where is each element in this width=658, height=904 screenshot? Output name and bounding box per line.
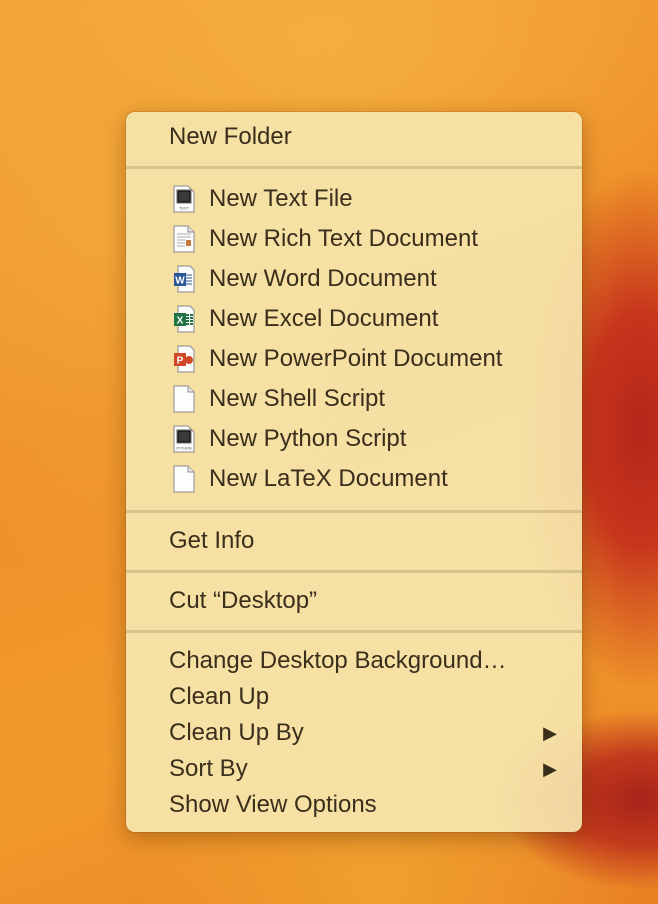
menu-item-label: New Excel Document bbox=[209, 305, 439, 332]
menu-item-cut-desktop[interactable]: Cut “Desktop” bbox=[126, 583, 582, 619]
menu-item-label: New Folder bbox=[169, 123, 292, 150]
menu-item-clean-up[interactable]: Clean Up bbox=[126, 679, 582, 715]
menu-item-label: Clean Up By bbox=[169, 719, 304, 746]
svg-text:X: X bbox=[177, 316, 184, 327]
svg-text:PYTHON: PYTHON bbox=[177, 447, 192, 451]
menu-item-new-text-file[interactable]: TEXT New Text File bbox=[126, 181, 582, 217]
menu-item-label: New PowerPoint Document bbox=[209, 345, 503, 372]
menu-item-label: New Rich Text Document bbox=[209, 225, 478, 252]
menu-separator bbox=[126, 510, 582, 513]
menu-item-new-rich-text-document[interactable]: New Rich Text Document bbox=[126, 221, 582, 257]
menu-item-new-excel-document[interactable]: X New Excel Document bbox=[126, 301, 582, 337]
menu-item-get-info[interactable]: Get Info bbox=[126, 523, 582, 559]
word-document-icon: W bbox=[174, 265, 195, 293]
blank-document-icon bbox=[173, 465, 195, 493]
menu-separator bbox=[126, 630, 582, 633]
menu-item-new-python-script[interactable]: PYTHON New Python Script bbox=[126, 421, 582, 457]
blank-document-icon bbox=[173, 385, 195, 413]
menu-item-label: Cut “Desktop” bbox=[169, 587, 318, 614]
menu-item-new-word-document[interactable]: W New Word Document bbox=[126, 261, 582, 297]
menu-item-label: New Python Script bbox=[209, 425, 407, 452]
menu-item-label: Change Desktop Background… bbox=[169, 647, 507, 674]
menu-item-label: Clean Up bbox=[169, 683, 270, 710]
powerpoint-document-icon: P bbox=[174, 345, 195, 373]
menu-item-sort-by[interactable]: Sort By ▶ bbox=[126, 751, 582, 787]
menu-item-label: New LaTeX Document bbox=[209, 465, 448, 492]
svg-text:TEXT: TEXT bbox=[179, 206, 190, 211]
menu-item-label: New Word Document bbox=[209, 265, 437, 292]
menu-item-clean-up-by[interactable]: Clean Up By ▶ bbox=[126, 715, 582, 751]
python-script-icon: PYTHON bbox=[173, 425, 195, 453]
menu-item-label: New Text File bbox=[209, 185, 353, 212]
menu-item-label: New Shell Script bbox=[209, 385, 386, 412]
submenu-arrow-icon: ▶ bbox=[543, 723, 557, 743]
submenu-arrow-icon: ▶ bbox=[543, 759, 557, 779]
rich-text-document-icon bbox=[173, 225, 195, 253]
menu-separator bbox=[126, 570, 582, 573]
menu-item-new-folder[interactable]: New Folder bbox=[126, 119, 582, 155]
desktop-context-menu: New Folder TEXT New Text File New Rich T… bbox=[126, 112, 582, 832]
menu-item-new-latex-document[interactable]: New LaTeX Document bbox=[126, 461, 582, 497]
menu-item-new-shell-script[interactable]: New Shell Script bbox=[126, 381, 582, 417]
menu-item-label: Show View Options bbox=[169, 791, 377, 818]
menu-separator bbox=[126, 166, 582, 169]
menu-item-label: Get Info bbox=[169, 527, 255, 554]
menu-item-change-desktop-background[interactable]: Change Desktop Background… bbox=[126, 643, 582, 679]
svg-text:W: W bbox=[175, 276, 185, 287]
menu-item-label: Sort By bbox=[169, 755, 248, 782]
menu-item-show-view-options[interactable]: Show View Options bbox=[126, 787, 582, 823]
excel-document-icon: X bbox=[174, 305, 195, 333]
svg-text:P: P bbox=[177, 356, 184, 367]
text-file-icon: TEXT bbox=[173, 185, 195, 213]
menu-item-new-powerpoint-document[interactable]: P New PowerPoint Document bbox=[126, 341, 582, 377]
